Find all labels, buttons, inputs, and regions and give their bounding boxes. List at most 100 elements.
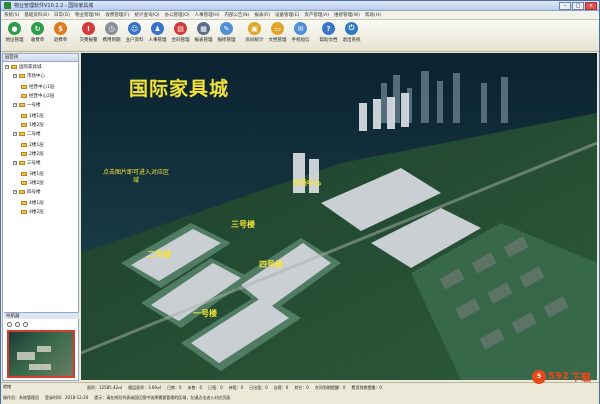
tree-node-label: 国际家具城 — [19, 65, 42, 70]
tree-node[interactable]: − 四号楼 — [13, 189, 41, 195]
tree-node[interactable]: 经营中心1层 — [21, 84, 54, 90]
toolbar-button-2[interactable]: $ 退费单 — [50, 22, 71, 50]
menu-item-1[interactable]: 基础资料(B) — [24, 12, 49, 18]
toolbar-button-12[interactable]: ▣ 房间统计 — [244, 22, 265, 50]
toolbar-label: 业户资料 — [125, 38, 144, 43]
status-field: 楼层面积：3.60㎡ — [128, 385, 161, 390]
status-field: 已出租：0 — [249, 385, 268, 390]
contract-icon: ▤ — [174, 22, 187, 35]
tree-node[interactable]: 4楼2层 — [21, 209, 44, 215]
collapse-icon[interactable]: − — [5, 65, 9, 69]
toolbar-button-16[interactable]: ? 帮助文档 — [318, 22, 339, 50]
menu-item-9[interactable]: 报表(R) — [254, 12, 270, 18]
park-map[interactable]: 国际家具城 点击图片即可进入对应区域 市场中心 一号楼 二号楼 三号楼 四号楼 — [81, 53, 597, 380]
close-button[interactable]: × — [585, 2, 597, 10]
status-field: 已租：0 — [208, 385, 223, 390]
menu-item-7[interactable]: 人事管理(H) — [195, 12, 220, 18]
label-building-3[interactable]: 三号楼 — [231, 219, 255, 230]
tree-node-label: 4楼1层 — [29, 201, 44, 206]
tree-node[interactable]: 4楼1层 — [21, 200, 44, 206]
collapse-icon[interactable]: − — [13, 132, 17, 136]
navigator-thumbnail[interactable] — [7, 330, 75, 378]
watermark: 5 592 下载 — [532, 369, 591, 384]
fit-icon[interactable] — [23, 321, 28, 327]
folder-icon — [19, 161, 25, 165]
menu-item-4[interactable]: 收费管理(F) — [105, 12, 129, 18]
tree-node[interactable]: 3楼2层 — [21, 180, 44, 186]
menu-item-2[interactable]: 日常(D) — [54, 12, 70, 18]
toolbar-label: 报修管理 — [217, 38, 236, 43]
collapse-icon[interactable]: − — [13, 74, 17, 78]
label-market-center[interactable]: 市场中心 — [293, 178, 321, 188]
folder-icon — [21, 85, 27, 89]
folder-icon — [21, 114, 27, 118]
minimize-button[interactable]: – — [559, 2, 571, 10]
money-icon: $ — [54, 22, 67, 35]
tree-header: 园区树 — [3, 54, 78, 62]
toolbar-button-6[interactable]: ☺ 业户资料 — [124, 22, 145, 50]
toolbar-label: 人事管理 — [148, 38, 167, 43]
status-field: 待租：0 — [228, 385, 244, 390]
toolbar-label: 交费报警 — [79, 38, 98, 43]
toolbar-button-0[interactable]: ● 地址管理 — [4, 22, 25, 50]
status-field: 费用到期提醒：0 — [351, 385, 382, 390]
tree-node[interactable]: 1楼1层 — [21, 113, 44, 119]
tree-node[interactable]: − 二号楼 — [13, 131, 41, 137]
doc-icon: ▭ — [271, 22, 284, 35]
label-building-4[interactable]: 四号楼 — [259, 259, 283, 270]
toolbar-button-17[interactable]: ⏻ 退出系统 — [341, 22, 362, 50]
tree-node-label: 2楼2层 — [29, 152, 44, 157]
menu-item-5[interactable]: 统计查询(Q) — [134, 12, 159, 18]
tree-node[interactable]: − 一号楼 — [13, 102, 41, 108]
tree-node-label: 经营中心1层 — [29, 85, 55, 90]
zoom-out-icon[interactable] — [15, 321, 20, 327]
toolbar-button-14[interactable]: ✉ 手机短信 — [290, 22, 311, 50]
menu-bar: 系统(S) 基础资料(B) 日常(D) 物业管理(M) 收费管理(F) 统计查询(Q) 办公… — [1, 11, 599, 20]
toolbar-button-9[interactable]: ▦ 报表管理 — [193, 22, 214, 50]
clock-icon: ◷ — [105, 22, 118, 35]
menu-item-10[interactable]: 设备管理(E) — [275, 12, 299, 18]
toolbar-button-7[interactable]: ♟ 人事管理 — [147, 22, 168, 50]
tree-node[interactable]: − 市场中心 — [13, 73, 45, 79]
toolbar-button-8[interactable]: ▤ 合同管理 — [170, 22, 191, 50]
folder-icon — [19, 190, 25, 194]
collapse-icon[interactable]: − — [13, 190, 17, 194]
navigator-header: 导航器 — [4, 312, 79, 319]
tree-node[interactable]: − 三号楼 — [13, 160, 41, 166]
tree-node[interactable]: 3楼1层 — [21, 171, 44, 177]
toolbar-label: 手机短信 — [291, 38, 310, 43]
left-panel: 园区树 − 国际家具城 − 市场中心 经营中心1层 经营中心2层 − 一号楼 1楼1层 1楼2层 −… — [2, 53, 79, 381]
tree-node[interactable]: 经营中心2层 — [21, 93, 54, 99]
menu-item-6[interactable]: 办公管理(O) — [165, 12, 190, 18]
label-building-2[interactable]: 二号楼 — [147, 249, 171, 260]
toolbar-label: 帮助文档 — [319, 38, 338, 43]
toolbar-button-10[interactable]: ✎ 报修管理 — [216, 22, 237, 50]
tree-node[interactable]: − 国际家具城 — [5, 64, 42, 70]
exit-icon: ⏻ — [345, 22, 358, 35]
menu-item-8[interactable]: 内部公告(N) — [225, 12, 250, 18]
label-building-1[interactable]: 一号楼 — [193, 308, 217, 319]
app-icon — [4, 2, 11, 9]
toolbar-button-5[interactable]: ◷ 费用到期 — [101, 22, 122, 50]
menu-item-13[interactable]: 帮助(H) — [365, 12, 381, 18]
folder-icon — [11, 65, 17, 69]
menu-item-0[interactable]: 系统(S) — [4, 12, 19, 18]
toolbar-button-1[interactable]: ↻ 收费单 — [27, 22, 48, 50]
menu-item-12[interactable]: 维修管理(W) — [334, 12, 360, 18]
collapse-icon[interactable]: − — [13, 103, 17, 107]
tree-node[interactable]: 2楼1层 — [21, 142, 44, 148]
tree-node[interactable]: 1楼2层 — [21, 122, 44, 128]
toolbar-button-13[interactable]: ▭ 文档管理 — [267, 22, 288, 50]
tree-node-label: 一号楼 — [27, 103, 41, 108]
zoom-in-icon[interactable] — [7, 321, 12, 327]
app-window: 物业管理软件V10.2.2 - 国际家具城 – □ × 系统(S) 基础资料(B)… — [0, 0, 600, 404]
menu-item-3[interactable]: 物业管理(M) — [75, 12, 100, 18]
collapse-icon[interactable]: − — [13, 161, 17, 165]
maximize-button[interactable]: □ — [572, 2, 584, 10]
tree-node[interactable]: 2楼2层 — [21, 151, 44, 157]
status-stats: 面积：12585.42㎡ 楼层面积：3.60㎡ 已售：0 未售：0 已租：0 待租：0 已出… — [87, 385, 382, 391]
menu-item-11[interactable]: 资产管理(A) — [304, 12, 329, 18]
toolbar-button-4[interactable]: ! 交费报警 — [78, 22, 99, 50]
tree-node-label: 1楼2层 — [29, 123, 44, 128]
folder-icon: ▣ — [248, 22, 261, 35]
